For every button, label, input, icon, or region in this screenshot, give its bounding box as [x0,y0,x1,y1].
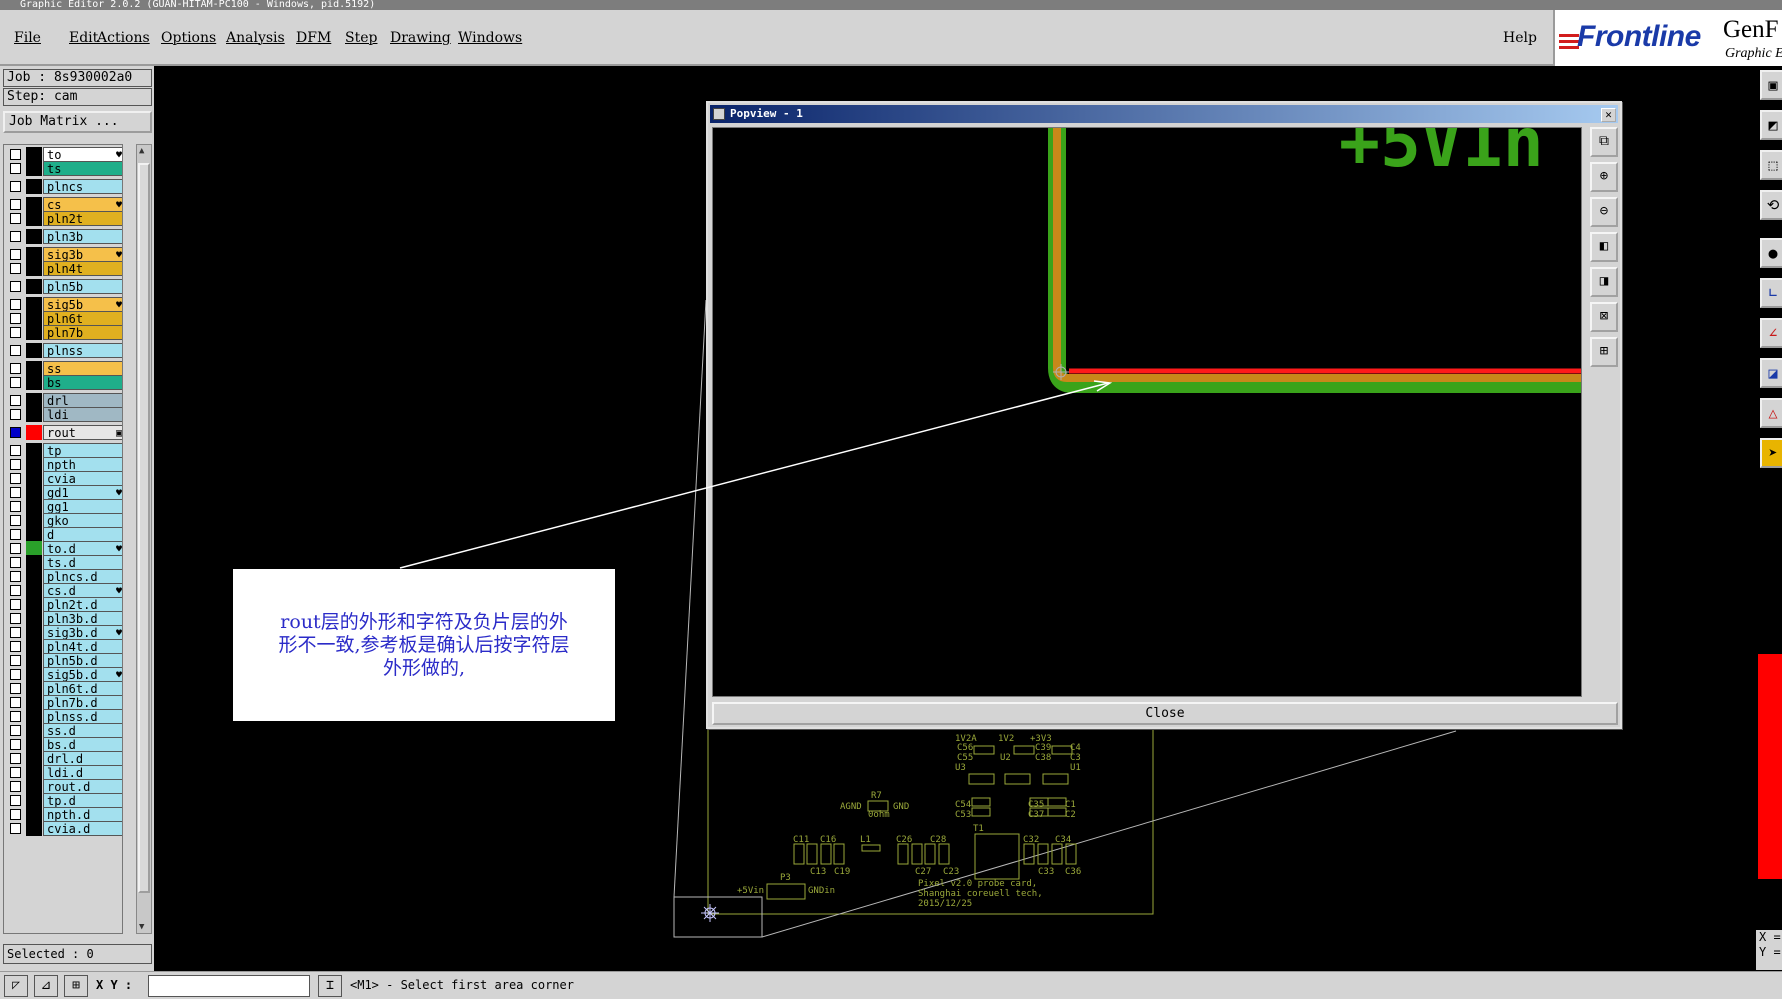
svg-text:C53: C53 [955,810,971,820]
pan-left-icon[interactable]: ◧ [1590,232,1618,262]
popview-toolbar: ⧉ ⊕ ⊖ ◧ ◨ ⊠ ⊞ [1588,127,1618,697]
svg-text:C28: C28 [930,835,946,845]
svg-text:C26: C26 [896,835,912,845]
tool-measure-icon[interactable]: △ [1760,398,1782,428]
popview-close-icon[interactable]: ✕ [1601,108,1616,122]
tool-arc-icon[interactable]: ∠ [1760,318,1782,348]
tool-move-icon[interactable]: ◩ [1760,110,1782,140]
pan-right-icon[interactable]: ◨ [1590,267,1618,297]
status-bar: ◸ ⊿ ⊞ X Y : ⌶ <M1> - Select first area c… [0,971,1782,999]
svg-text:C13: C13 [810,867,826,877]
svg-text:C55: C55 [957,753,973,763]
note-line-2: 形不一致,参考板是确认后按字符层 [278,634,570,656]
svg-text:C56: C56 [957,743,973,753]
popview-title: Popview - 1 [730,107,803,120]
grid-mode-icon[interactable]: ⊞ [64,975,88,997]
zoom-in-icon[interactable]: ⊕ [1590,162,1618,192]
right-color-swatch [1758,654,1782,879]
tool-surface-icon[interactable]: ◪ [1760,358,1782,388]
popview-close-button[interactable]: Close [712,702,1618,725]
svg-text:1V2: 1V2 [998,734,1014,744]
svg-text:Shanghai coreuell tech,: Shanghai coreuell tech, [918,889,1043,899]
center-icon[interactable]: ⊞ [1590,337,1618,367]
tool-rotate-icon[interactable]: ⟲ [1760,190,1782,220]
svg-text:C34: C34 [1055,835,1071,845]
svg-text:C23: C23 [943,867,959,877]
svg-text:P3: P3 [780,873,791,883]
annotation-note: rout层的外形和字符及负片层的外 形不一致,参考板是确认后按字符层 外形做的, [233,569,615,721]
right-x-label: X = [1759,930,1781,944]
note-line-1: rout层的外形和字符及负片层的外 [280,611,568,633]
svg-text:U3: U3 [955,763,966,773]
svg-text:GNDin: GNDin [808,886,835,896]
zoom-window-icon[interactable]: ⧉ [1590,127,1618,157]
svg-text:0ohm: 0ohm [868,810,890,820]
svg-text:C32: C32 [1023,835,1039,845]
origin-crosshair-icon[interactable] [701,904,719,922]
svg-text:C36: C36 [1065,867,1081,877]
snap-mode-icon[interactable]: ◸ [4,975,28,997]
svg-text:C33: C33 [1038,867,1054,877]
tool-pad-icon[interactable]: ● [1760,238,1782,268]
popview-window-icon [713,108,725,120]
svg-text:C35: C35 [1028,800,1044,810]
svg-text:C4: C4 [1070,743,1081,753]
popview-titlebar[interactable]: Popview - 1 ✕ [710,105,1618,123]
note-line-3: 外形做的, [382,657,466,679]
tool-select-pointer-icon[interactable]: ➤ [1760,438,1782,468]
right-coordinates: X = Y = [1756,930,1782,970]
svg-text:Pixel v2.0 probe card,: Pixel v2.0 probe card, [918,879,1037,889]
svg-text:C16: C16 [820,835,836,845]
tool-resize-icon[interactable]: ⬚ [1760,150,1782,180]
silkscreen-text: +5V1n [1339,128,1544,183]
board-labels: 1V2A 1V2 +3V3 C56 C55 C39 C38 C4 C3 U3 U… [737,734,1081,909]
svg-text:C38: C38 [1035,753,1051,763]
svg-text:U2: U2 [1000,753,1011,763]
svg-text:U1: U1 [1070,763,1081,773]
text-cursor-icon[interactable]: ⌶ [318,975,342,997]
xy-label: X Y : [96,978,133,992]
svg-text:+5Vin: +5Vin [737,886,764,896]
popview-window: Popview - 1 ✕ +5V1n ⧉ ⊕ ⊖ ◧ ◨ ⊠ ⊞ Close [706,101,1622,729]
svg-text:C39: C39 [1035,743,1051,753]
svg-text:C19: C19 [834,867,850,877]
status-message: <M1> - Select first area corner [350,978,574,992]
svg-text:2015/12/25: 2015/12/25 [918,899,972,909]
tool-copy-icon[interactable]: ▣ [1760,70,1782,100]
svg-text:GND: GND [893,802,909,812]
xy-input[interactable] [148,975,310,997]
svg-text:C37: C37 [1028,810,1044,820]
tool-line-icon[interactable]: ∟ [1760,278,1782,308]
svg-text:C2: C2 [1065,810,1076,820]
fit-icon[interactable]: ⊠ [1590,302,1618,332]
svg-text:C3: C3 [1070,753,1081,763]
popview-canvas[interactable]: +5V1n [712,127,1582,697]
measure-mode-icon[interactable]: ⊿ [34,975,58,997]
svg-text:R7: R7 [871,791,882,801]
svg-text:C27: C27 [915,867,931,877]
popview-graphics: +5V1n [1048,128,1581,393]
svg-text:C54: C54 [955,800,971,810]
svg-text:L1: L1 [860,835,871,845]
svg-text:AGND: AGND [840,802,862,812]
svg-text:C1: C1 [1065,800,1076,810]
right-y-label: Y = [1759,945,1781,959]
svg-text:C11: C11 [793,835,809,845]
svg-text:T1: T1 [973,824,984,834]
zoom-out-icon[interactable]: ⊖ [1590,197,1618,227]
